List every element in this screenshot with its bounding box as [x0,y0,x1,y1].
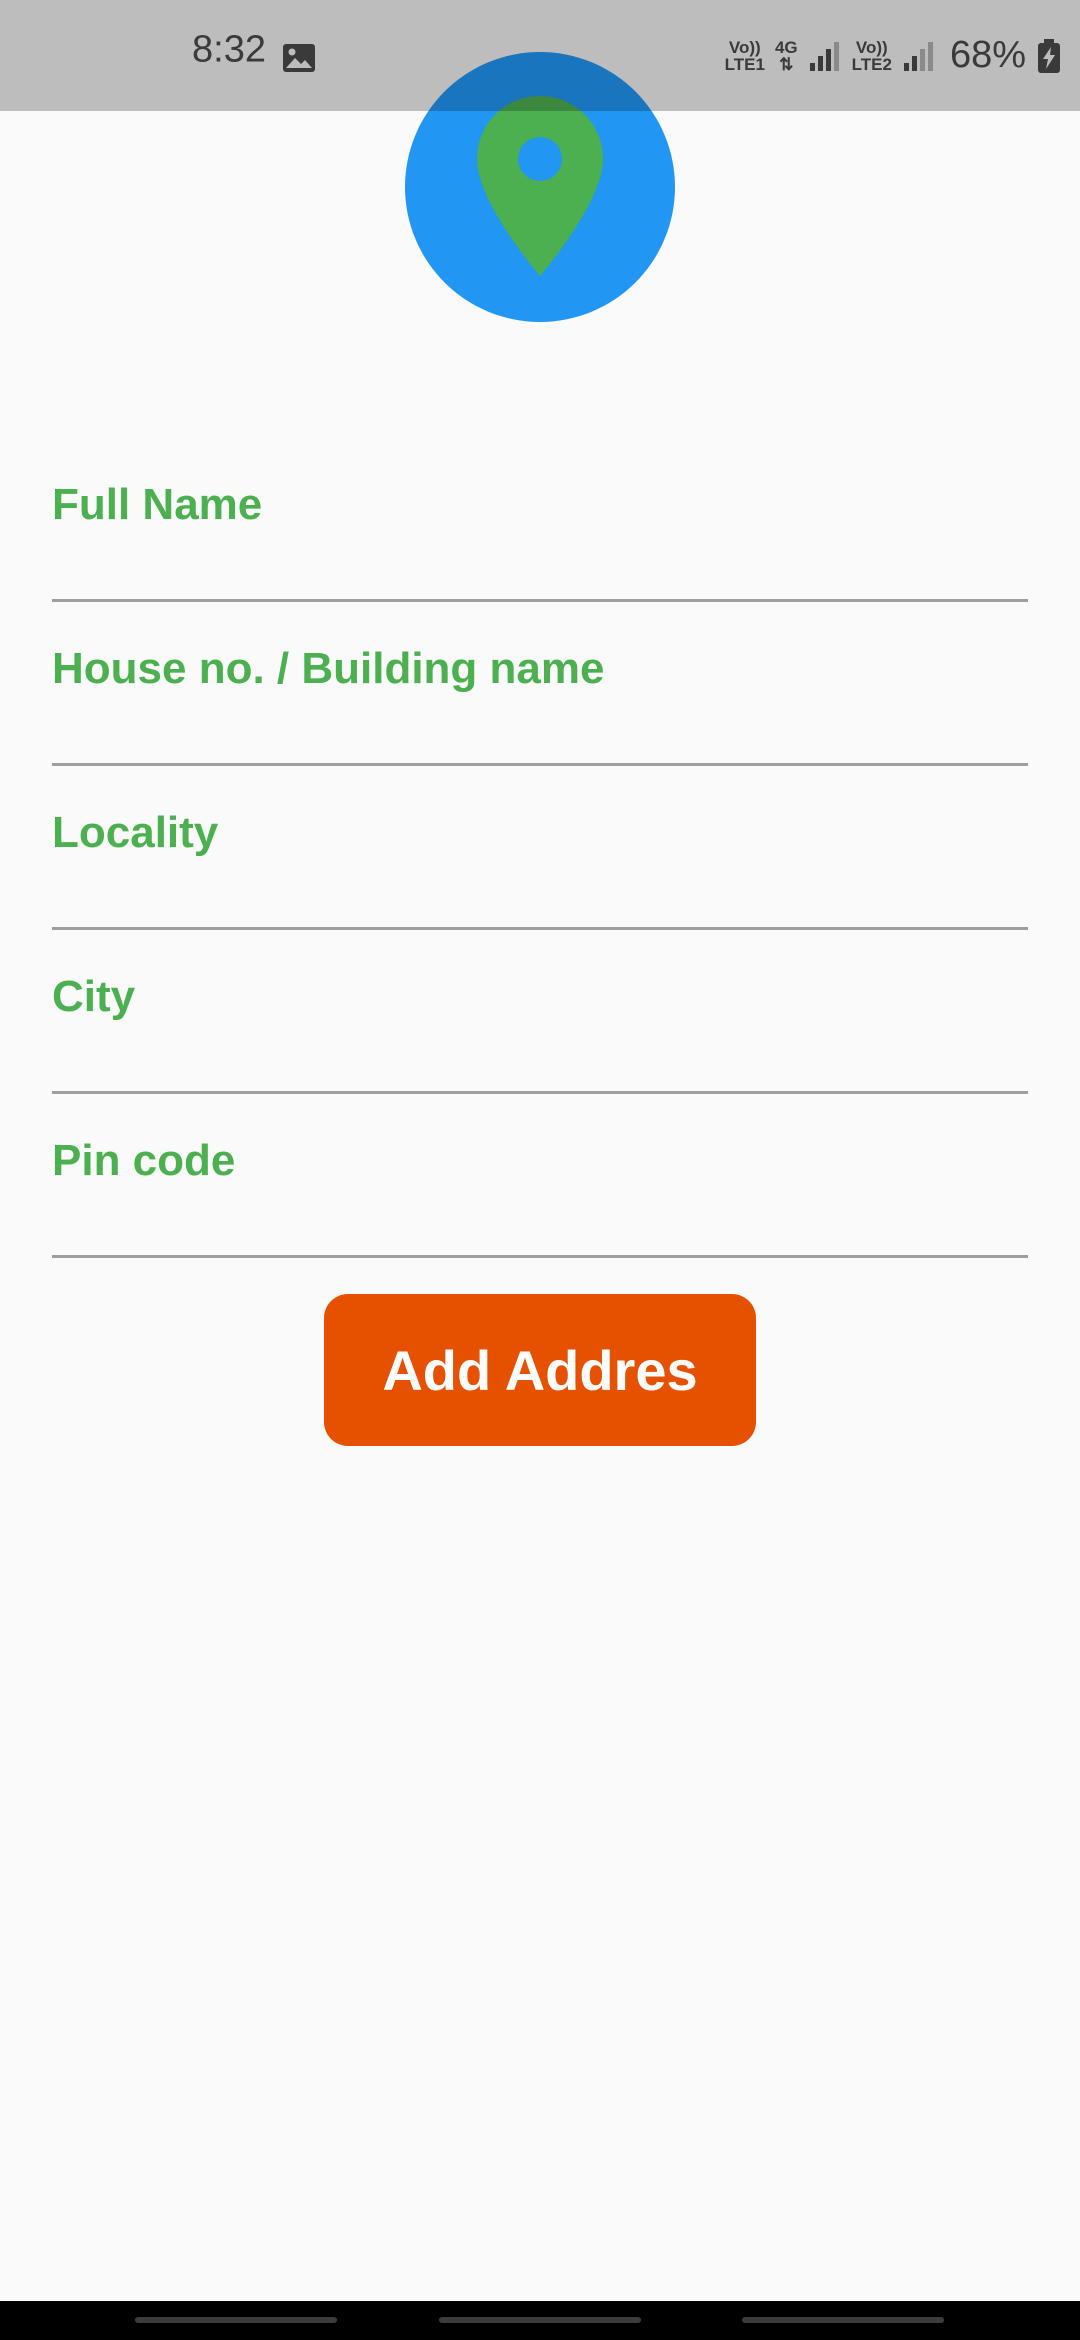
gallery-icon [283,44,315,72]
pin-code-label: Pin code [52,1136,236,1185]
address-form: Full Name House no. / Building name Loca… [52,438,1028,1258]
house-number-field[interactable]: House no. / Building name [52,602,1028,766]
city-field[interactable]: City [52,930,1028,1094]
locality-field[interactable]: Locality [52,766,1028,930]
full-name-label: Full Name [52,480,263,529]
network-label-sim2: Vo)) LTE2 [851,37,892,74]
location-avatar [405,52,675,322]
status-icons: Vo)) LTE1 4G ⇅ Vo)) LTE2 68% [725,0,1062,111]
signal-icon [809,41,839,71]
add-address-button[interactable]: Add Addres [324,1294,756,1446]
nav-gesture-handle[interactable] [135,2317,337,2323]
locality-label: Locality [52,808,219,857]
navigation-bar [0,2301,1080,2340]
nav-gesture-handle[interactable] [742,2317,944,2323]
battery-percentage: 68% [949,34,1026,76]
network-label-sim1: Vo)) LTE1 [724,37,765,74]
network-type-label: 4G ⇅ [774,37,798,74]
city-label: City [52,972,136,1021]
status-bar-overlay [405,52,675,111]
signal-icon [903,41,933,71]
location-pin-icon [477,96,603,276]
full-name-field[interactable]: Full Name [52,438,1028,602]
pin-code-field[interactable]: Pin code [52,1094,1028,1258]
nav-gesture-handle[interactable] [439,2317,641,2323]
battery-charging-icon [1038,38,1060,73]
house-number-label: House no. / Building name [52,644,605,693]
status-time: 8:32 [192,28,266,71]
